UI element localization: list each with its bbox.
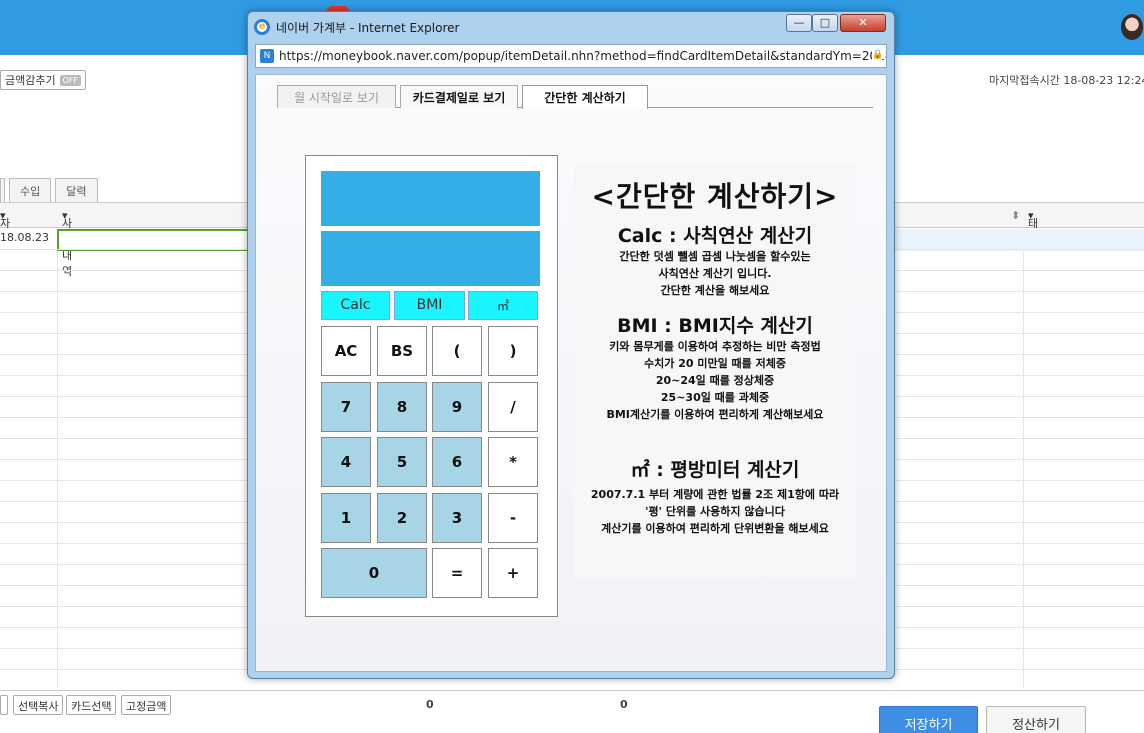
tab-expense[interactable]	[0, 178, 5, 202]
bmi-desc-line: 20~24일 때를 정상체중	[655, 374, 775, 387]
key-divide[interactable]: /	[488, 382, 538, 432]
ledger-tabs: 수입 달력	[0, 178, 98, 202]
toggle-off-badge: OFF	[59, 74, 82, 86]
tab-calendar[interactable]: 달력	[55, 178, 98, 202]
total-value: 0	[620, 698, 628, 711]
copy-selected-button[interactable]: 선택복사	[13, 695, 64, 715]
area-desc-line: 계산기를 이용하여 편리하게 단위변환을 해보세요	[601, 522, 829, 535]
ie-popup-window: e 네이버 가계부 - Internet Explorer — □ ✕ N ht…	[247, 11, 895, 679]
col-tag-header[interactable]: 태그 ▾	[1028, 209, 1038, 246]
bmi-desc-line: 수치가 20 미만일 때를 저체중	[644, 357, 786, 370]
tab-month-start[interactable]: 월 시작일로 보기	[277, 85, 396, 108]
hide-amount-label: 금액감추기	[5, 74, 56, 87]
calc-section-title: Calc : 사칙연산 계산기	[617, 225, 813, 247]
key-minus[interactable]: -	[488, 493, 538, 543]
calculator-info: <간단한 계산하기> Calc : 사칙연산 계산기 간단한 덧셈 뺄셈 곱셈 …	[574, 165, 856, 577]
settle-button[interactable]: 정산하기	[986, 706, 1086, 733]
key-close-paren[interactable]: )	[488, 326, 538, 376]
tab-income[interactable]: 수입	[9, 178, 52, 202]
lock-icon[interactable]: 🔒	[872, 50, 883, 61]
calc-desc-line: 간단한 덧셈 뺄셈 곱셈 나눗셈을 할수있는	[619, 250, 811, 263]
bottom-button[interactable]	[0, 695, 8, 715]
key-multiply[interactable]: *	[488, 437, 538, 487]
key-8[interactable]: 8	[377, 382, 427, 432]
tab-simple-calc[interactable]: 간단한 계산하기	[522, 85, 648, 109]
url-text: https://moneybook.naver.com/popup/itemDe…	[279, 49, 887, 63]
key-3[interactable]: 3	[432, 493, 482, 543]
col-date-header[interactable]: 자 ▾	[0, 209, 10, 230]
internet-explorer-icon: e	[254, 19, 270, 35]
calc-display-expression	[321, 171, 540, 226]
hide-amount-toggle[interactable]: 금액감추기 OFF	[0, 70, 87, 90]
user-avatar[interactable]	[1121, 14, 1143, 40]
key-4[interactable]: 4	[321, 437, 371, 487]
address-bar[interactable]: N https://moneybook.naver.com/popup/item…	[255, 44, 887, 68]
area-desc-line: 2007.7.1 부터 계량에 관한 법률 2조 제1항에 따라	[590, 488, 840, 501]
key-1[interactable]: 1	[321, 493, 371, 543]
area-desc-line: '평' 단위를 사용하지 않습니다	[645, 505, 785, 518]
mode-bmi-button[interactable]: BMI	[394, 291, 465, 320]
window-titlebar: e 네이버 가계부 - Internet Explorer	[254, 16, 459, 38]
key-open-paren[interactable]: (	[432, 326, 482, 376]
maximize-button[interactable]: □	[812, 14, 838, 32]
key-7[interactable]: 7	[321, 382, 371, 432]
minimize-button[interactable]: —	[786, 14, 812, 32]
bmi-desc-line: 25~30일 때를 과체중	[660, 391, 770, 404]
fixed-amount-button[interactable]: 고정금액	[121, 695, 172, 715]
key-plus[interactable]: +	[488, 548, 538, 598]
bmi-desc-line: BMI계산기를 이용하여 편리하게 계산해보세요	[606, 408, 824, 421]
key-bs[interactable]: BS	[377, 326, 427, 376]
close-button[interactable]: ✕	[840, 14, 886, 32]
area-section-title: ㎡ : 평방미터 계산기	[630, 459, 800, 481]
col-usage-header[interactable]: 사용내역 ▾	[62, 209, 72, 278]
mode-calc-button[interactable]: Calc	[321, 291, 390, 320]
site-icon: N	[260, 49, 274, 63]
key-5[interactable]: 5	[377, 437, 427, 487]
key-6[interactable]: 6	[432, 437, 482, 487]
bmi-desc-line: 키와 몸무게를 이용하여 추정하는 비만 측정법	[609, 340, 821, 353]
save-button[interactable]: 저장하기	[879, 706, 978, 733]
col-sort-icon[interactable]: ⬍	[1011, 209, 1020, 222]
last-access-time: 마지막접속시간 18-08-23 12:24	[989, 74, 1144, 87]
calc-display-result	[321, 231, 540, 286]
total-value: 0	[426, 698, 434, 711]
popup-tabs: 월 시작일로 보기 카드결제일로 보기 간단한 계산하기	[277, 85, 873, 109]
popup-content: 월 시작일로 보기 카드결제일로 보기 간단한 계산하기 Calc BMI ㎡ …	[255, 74, 887, 672]
key-9[interactable]: 9	[432, 382, 482, 432]
bmi-section-title: BMI : BMI지수 계산기	[617, 315, 813, 337]
key-2[interactable]: 2	[377, 493, 427, 543]
calculator: Calc BMI ㎡ AC BS ( ) 7 8 9 / 4 5 6 * 1 2…	[305, 155, 558, 617]
info-heading: <간단한 계산하기>	[591, 180, 839, 213]
window-title: 네이버 가계부 - Internet Explorer	[276, 20, 460, 35]
calc-desc-line: 간단한 계산을 해보세요	[660, 284, 770, 297]
key-equals[interactable]: =	[432, 548, 482, 598]
card-select-button[interactable]: 카드선택	[66, 695, 117, 715]
key-0[interactable]: 0	[321, 548, 427, 598]
tab-card-payment[interactable]: 카드결제일로 보기	[400, 85, 518, 108]
key-ac[interactable]: AC	[321, 326, 371, 376]
calc-desc-line: 사칙연산 계산기 입니다.	[658, 267, 772, 280]
mode-area-button[interactable]: ㎡	[468, 291, 538, 320]
